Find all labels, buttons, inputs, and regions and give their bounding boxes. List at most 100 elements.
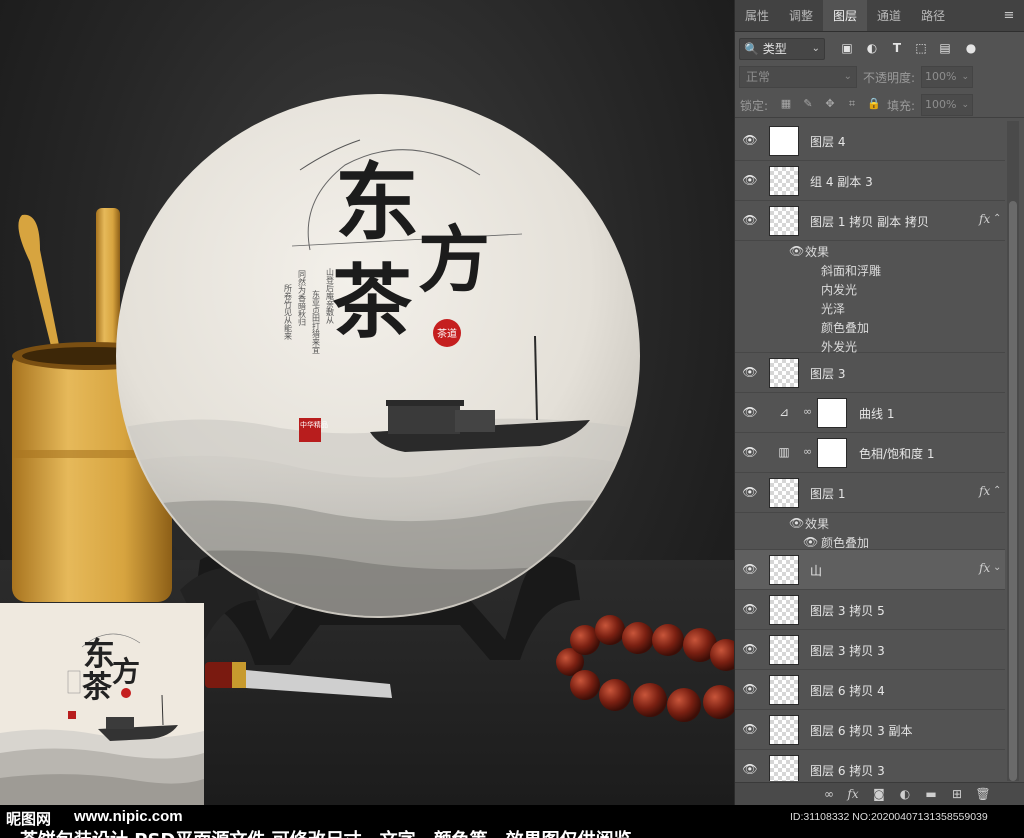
layer-row[interactable]: 👁 图层 6 拷贝 3	[735, 750, 1005, 781]
add-style-icon[interactable]: fx	[845, 787, 861, 802]
layer-row[interactable]: 👁 组 4 副本 3	[735, 161, 1005, 201]
chevron-up-icon[interactable]: ⌃	[993, 213, 1001, 224]
effect-item[interactable]: 外发光	[735, 336, 1005, 354]
visibility-eye-icon[interactable]: 👁	[741, 445, 759, 459]
effect-item[interactable]: 内发光	[735, 279, 1005, 298]
panel-tab-bar: 属性 调整 图层 通道 路径 ≡	[735, 0, 1024, 32]
visibility-eye-icon[interactable]: 👁	[741, 213, 759, 227]
adjustment-layer-filter-icon[interactable]: ◐	[864, 40, 880, 56]
chevron-down-icon: ⌄	[811, 43, 820, 54]
layers-panel-toolbar: ∞ fx ◙ ◐ ▬ ⊞ 🗑	[735, 782, 1024, 805]
layer-row[interactable]: 👁 图层 4	[735, 121, 1005, 161]
new-adjustment-icon[interactable]: ◐	[897, 787, 913, 802]
effect-eye-icon[interactable]: 👁	[803, 535, 818, 549]
layer-row[interactable]: 👁 图层 3	[735, 353, 1005, 393]
layer-row[interactable]: 👁 图层 6 拷贝 4	[735, 670, 1005, 710]
fx-icon[interactable]: fx	[979, 484, 990, 498]
new-layer-icon[interactable]: ⊞	[949, 787, 965, 802]
effects-eye-icon[interactable]: 👁	[789, 516, 804, 530]
layer-thumbnail	[769, 595, 799, 625]
fill-value: 100%	[925, 98, 957, 111]
lock-image-pixels-icon[interactable]: ✎	[801, 97, 815, 111]
visibility-eye-icon[interactable]: 👁	[741, 365, 759, 379]
chevron-down-icon[interactable]: ⌄	[993, 562, 1001, 573]
effect-item[interactable]: 光泽	[735, 298, 1005, 317]
opacity-value: 100%	[925, 70, 957, 83]
link-icon[interactable]: ∞	[803, 405, 813, 418]
smart-object-filter-icon[interactable]: ▤	[937, 40, 953, 56]
type-layer-filter-icon[interactable]: T	[889, 40, 905, 56]
lock-artboard-icon[interactable]: ⌗	[845, 97, 859, 111]
layer-row[interactable]: 👁 图层 6 拷贝 3 副本	[735, 710, 1005, 750]
layer-row[interactable]: 👁 ▥ ∞ 色相/饱和度 1	[735, 433, 1005, 473]
filter-toggle-icon[interactable]: ●	[963, 40, 979, 56]
visibility-eye-icon[interactable]: 👁	[741, 602, 759, 616]
thumb-title-char-dong: 东	[83, 635, 115, 673]
fx-icon[interactable]: fx	[979, 212, 990, 226]
visibility-eye-icon[interactable]: 👁	[741, 642, 759, 656]
lock-transparent-pixels-icon[interactable]: ▦	[779, 97, 793, 111]
visibility-eye-icon[interactable]: 👁	[741, 722, 759, 736]
layer-row[interactable]: 👁 图层 1 拷贝 副本 拷贝 fx ⌃	[735, 201, 1005, 241]
pixel-layer-filter-icon[interactable]: ▣	[839, 40, 855, 56]
visibility-eye-icon[interactable]: 👁	[741, 133, 759, 147]
tab-layers[interactable]: 图层	[823, 0, 868, 31]
effect-item[interactable]: 👁 颜色叠加	[735, 532, 1005, 550]
layer-row-selected[interactable]: 👁 山 fx ⌄	[735, 550, 1005, 590]
add-mask-icon[interactable]: ◙	[871, 787, 887, 802]
layer-mask-thumbnail[interactable]	[817, 398, 847, 428]
fill-input[interactable]: 100% ⌄	[921, 94, 973, 116]
effect-name: 内发光	[821, 283, 858, 297]
layer-name: 图层 3 拷贝 5	[810, 604, 885, 618]
opacity-input[interactable]: 100% ⌄	[921, 66, 973, 88]
poem-line: 同然为香暗秋归	[298, 270, 307, 327]
effect-item[interactable]: 斜面和浮雕	[735, 260, 1005, 279]
chevron-down-icon: ⌄	[843, 71, 852, 82]
visibility-eye-icon[interactable]: 👁	[741, 682, 759, 696]
layer-mask-thumbnail[interactable]	[817, 438, 847, 468]
layer-name: 图层 4	[810, 135, 846, 149]
layer-name: 色相/饱和度 1	[859, 447, 935, 461]
visibility-eye-icon[interactable]: 👁	[741, 173, 759, 187]
layer-row[interactable]: 👁 图层 3 拷贝 3	[735, 630, 1005, 670]
layer-thumbnail	[769, 755, 799, 781]
effect-item[interactable]: 颜色叠加	[735, 317, 1005, 336]
layer-filter-select[interactable]: 🔍 类型 ⌄	[739, 38, 825, 60]
chevron-up-icon[interactable]: ⌃	[993, 485, 1001, 496]
visibility-eye-icon[interactable]: 👁	[741, 405, 759, 419]
effects-group: 👁 效果	[735, 241, 1005, 260]
effects-label: 效果	[805, 517, 830, 531]
lock-all-icon[interactable]: 🔒	[867, 97, 881, 111]
lock-row: 锁定: ▦ ✎ ✥ ⌗ 🔒 填充: 100% ⌄	[735, 92, 1024, 118]
layer-row[interactable]: 👁 ⊿ ∞ 曲线 1	[735, 393, 1005, 433]
layer-row[interactable]: 👁 图层 1 fx ⌃	[735, 473, 1005, 513]
link-icon[interactable]: ∞	[803, 445, 813, 458]
layer-list-scrollbar[interactable]	[1007, 121, 1019, 781]
tab-paths[interactable]: 路径	[911, 0, 955, 31]
panel-menu-icon[interactable]: ≡	[994, 0, 1024, 31]
layer-name: 图层 1	[810, 487, 846, 501]
link-layers-icon[interactable]: ∞	[821, 787, 837, 802]
layer-row[interactable]: 👁 图层 3 拷贝 5	[735, 590, 1005, 630]
effects-eye-icon[interactable]: 👁	[789, 244, 804, 258]
fx-icon[interactable]: fx	[979, 561, 990, 575]
shape-layer-filter-icon[interactable]: ⬚	[913, 40, 929, 56]
layer-filter-label: 类型	[762, 42, 787, 56]
red-seal-text: 茶道	[437, 327, 457, 340]
lock-position-icon[interactable]: ✥	[823, 97, 837, 111]
new-group-folder-icon[interactable]: ▬	[923, 787, 939, 802]
scrollbar-thumb[interactable]	[1009, 201, 1017, 781]
tab-adjustments[interactable]: 调整	[779, 0, 823, 31]
visibility-eye-icon[interactable]: 👁	[741, 485, 759, 499]
thumb-title-char-cha: 茶	[82, 670, 113, 705]
delete-layer-trash-icon[interactable]: 🗑	[975, 787, 991, 802]
layer-name: 图层 6 拷贝 4	[810, 684, 885, 698]
tab-channels[interactable]: 通道	[867, 0, 911, 31]
layer-thumbnail	[769, 635, 799, 665]
layer-name: 图层 3	[810, 367, 846, 381]
tab-properties[interactable]: 属性	[735, 0, 779, 31]
visibility-eye-icon[interactable]: 👁	[741, 762, 759, 776]
blend-mode-select[interactable]: 正常 ⌄	[739, 66, 857, 88]
layer-thumbnail	[769, 675, 799, 705]
visibility-eye-icon[interactable]: 👁	[741, 562, 759, 576]
